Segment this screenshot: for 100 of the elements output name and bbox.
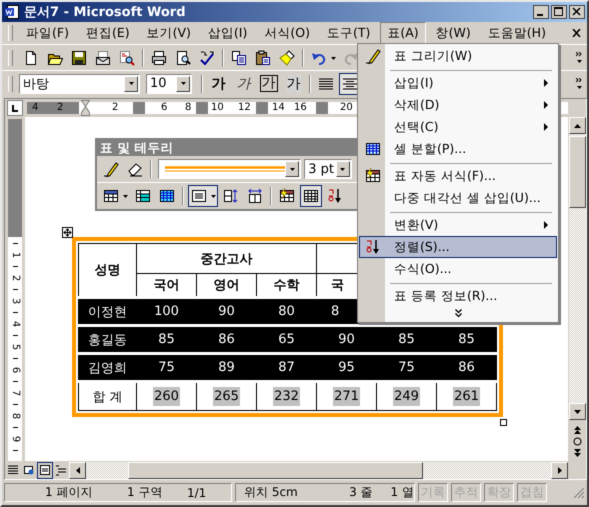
ruler-number: 7 <box>10 390 20 396</box>
bold-button[interactable]: 가 <box>207 72 230 94</box>
menu-item[interactable]: 창(W) <box>428 22 478 44</box>
font-size-field[interactable]: 10 <box>146 74 192 94</box>
ruler-number: 4 <box>32 102 38 114</box>
browse-object-icon[interactable] <box>572 437 582 446</box>
menu-item[interactable]: 삽입(I) <box>200 22 254 44</box>
tab-stop-selector[interactable] <box>7 100 23 116</box>
scroll-right-button[interactable] <box>551 462 568 478</box>
up-arrow-icon <box>574 124 580 128</box>
table-cell: 65 <box>256 326 316 354</box>
menu-item[interactable]: 삭제(D) <box>359 94 557 116</box>
border-icon[interactable] <box>188 185 218 207</box>
caret-icon <box>340 168 344 170</box>
submenu-arrow-icon <box>544 79 548 87</box>
ruler-number: 5 <box>10 344 20 350</box>
table-resize-handle[interactable] <box>500 419 507 426</box>
table-cell: 90 <box>316 326 376 354</box>
overflow-chevron-icon[interactable] <box>576 52 583 64</box>
menu-item[interactable]: 도구(T) <box>320 22 378 44</box>
table-cell: 100 <box>136 298 196 326</box>
table-cell: 85 <box>436 326 496 354</box>
table-cell: 85 <box>376 326 436 354</box>
pencil-icon <box>365 48 381 64</box>
ruler-number: 14 <box>272 102 285 114</box>
ruler-number: 2 <box>57 102 64 114</box>
table-cell: 232 <box>256 382 316 410</box>
table-header-cell: 중간고사 <box>136 244 316 274</box>
scroll-down-button[interactable] <box>568 403 586 420</box>
table-cell: 271 <box>316 382 376 410</box>
close-document-icon[interactable] <box>572 29 581 37</box>
caret-icon <box>180 82 186 85</box>
table-cell: 합 계 <box>78 382 136 410</box>
resize-grip-icon[interactable] <box>573 486 585 498</box>
dropdown-button[interactable] <box>285 161 299 177</box>
web-layout-view-button[interactable] <box>22 463 36 477</box>
print-layout-view-button[interactable] <box>38 463 52 477</box>
dropdown-button[interactable] <box>176 76 190 92</box>
character-border-button[interactable]: 가 <box>257 72 280 94</box>
previous-page-icon[interactable] <box>574 426 580 434</box>
close-button[interactable] <box>569 5 585 19</box>
ruler-number: 9 <box>10 436 20 442</box>
expand-menu-icon[interactable] <box>454 309 462 318</box>
line-style-dropdown[interactable] <box>158 159 301 179</box>
menu-item[interactable]: 셀 분할(P)... <box>359 138 557 160</box>
scroll-up-button[interactable] <box>568 117 586 134</box>
ruler-number: 2 <box>10 274 20 282</box>
table-cell: 75 <box>376 354 436 382</box>
dropdown-button[interactable] <box>336 161 350 177</box>
column-marker[interactable] <box>316 102 328 114</box>
caret-icon <box>290 168 294 170</box>
menu-item[interactable]: 선택(C) <box>359 116 557 138</box>
ruler-number: 12 <box>238 102 251 114</box>
column-marker[interactable] <box>133 102 145 114</box>
scroll-thumb[interactable] <box>128 462 423 478</box>
table-cell: 260 <box>136 382 196 410</box>
ruler-number: 3 <box>10 298 20 304</box>
table-move-handle[interactable] <box>62 227 73 238</box>
menu-item[interactable]: 도움말(H) <box>480 22 553 44</box>
ruler-number: 4 <box>10 320 20 328</box>
table-cell: 90 <box>196 298 256 326</box>
column-marker[interactable] <box>196 102 208 114</box>
toolbar-title: 표 및 테두리 <box>97 140 358 156</box>
indent-marker[interactable] <box>81 100 90 116</box>
table-cell: 홍길동 <box>78 326 136 354</box>
line-weight-dropdown[interactable]: 3 pt <box>304 159 352 179</box>
minimize-button[interactable] <box>533 5 549 19</box>
menu-item[interactable]: 파일(F) <box>19 22 76 44</box>
normal-view-button[interactable] <box>6 463 20 477</box>
scroll-left-button[interactable] <box>69 462 86 478</box>
menu-item[interactable]: 다중 대각선 셀 삽입(U)... <box>359 187 557 209</box>
word-document-icon[interactable] <box>4 4 20 20</box>
menu-item[interactable]: 정렬(S)... <box>359 236 557 258</box>
table-cell: 89 <box>196 354 256 382</box>
menu-item[interactable]: 보기(V) <box>140 22 198 44</box>
table-cell: 김영희 <box>78 354 136 382</box>
split-cells-icon <box>365 141 381 157</box>
ruler-number: 6 <box>10 366 20 374</box>
font-name-field[interactable]: 바탕 <box>19 74 140 94</box>
table-cell: 85 <box>136 326 196 354</box>
character-shading-button[interactable]: 가 <box>282 72 305 94</box>
table-cell: 95 <box>316 354 376 382</box>
dropdown-button[interactable] <box>124 76 138 92</box>
outline-view-button[interactable] <box>54 463 68 477</box>
next-page-icon[interactable] <box>574 449 580 457</box>
status-text: 1 구역 <box>127 484 164 501</box>
italic-button[interactable]: 가 <box>232 72 255 94</box>
status-text: 위치 5cm <box>244 484 299 501</box>
scroll-thumb[interactable] <box>568 136 586 208</box>
menu-item[interactable]: 표 그리기(W) <box>359 45 557 67</box>
column-marker[interactable] <box>256 102 268 114</box>
menu-item[interactable]: 서식(O) <box>257 22 317 44</box>
overflow-chevron-icon[interactable] <box>576 78 583 90</box>
grid-icon[interactable] <box>300 185 322 207</box>
menu-item[interactable]: 편집(E) <box>78 22 137 44</box>
table-cell: 이정현 <box>78 298 136 326</box>
ruler-number: 10 <box>211 102 224 114</box>
table-cell: 80 <box>256 298 316 326</box>
ruler-number: 8 <box>10 412 20 420</box>
maximize-button[interactable] <box>551 5 567 19</box>
